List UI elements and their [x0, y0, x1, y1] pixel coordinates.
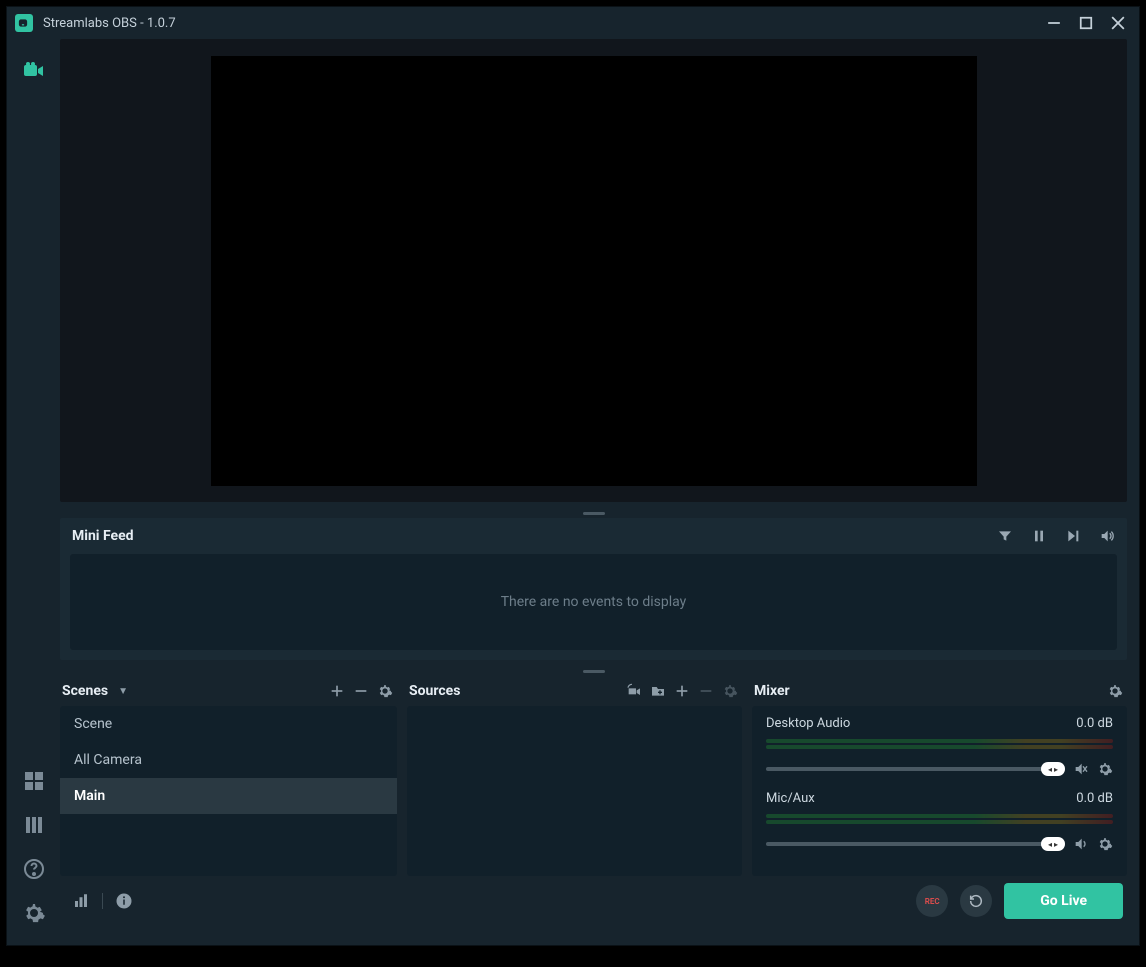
remove-source-button[interactable] — [698, 683, 714, 699]
mixer-panel: Mixer Desktop Audio 0.0 dB ◂ ▸ Mic/Aux 0.0 d… — [752, 676, 1127, 876]
mini-feed-title: Mini Feed — [72, 528, 997, 544]
minimize-button[interactable] — [1047, 16, 1061, 30]
sources-panel: Sources — [407, 676, 742, 876]
stats-icon[interactable] — [72, 892, 90, 910]
mixer-channel-name: Mic/Aux — [766, 791, 815, 806]
footer-divider — [102, 893, 103, 909]
source-settings-button[interactable] — [722, 683, 738, 699]
mini-feed-empty-text: There are no events to display — [501, 594, 687, 610]
scenes-list: SceneAll CameraMain — [60, 706, 397, 876]
chevron-down-icon[interactable]: ▼ — [118, 686, 128, 697]
slider-knob[interactable]: ◂ ▸ — [1041, 837, 1065, 851]
sidebar-item-editor[interactable] — [22, 59, 46, 83]
slider-knob[interactable]: ◂ ▸ — [1041, 762, 1065, 776]
scene-settings-button[interactable] — [377, 683, 393, 699]
mixer-list: Desktop Audio 0.0 dB ◂ ▸ Mic/Aux 0.0 dB ◂ ▸ — [752, 706, 1127, 876]
drag-handle[interactable] — [60, 508, 1127, 518]
replay-button[interactable] — [960, 885, 992, 917]
mini-feed-body: There are no events to display — [70, 554, 1117, 650]
sources-title: Sources — [409, 683, 460, 699]
mixer-settings-button[interactable] — [1107, 683, 1123, 699]
scenes-title: Scenes — [62, 683, 108, 699]
mixer-channel-db: 0.0 dB — [1076, 791, 1113, 806]
sidebar-item-dashboard[interactable] — [22, 769, 46, 793]
close-button[interactable] — [1111, 16, 1125, 30]
scene-item[interactable]: All Camera — [60, 742, 397, 778]
volume-slider[interactable]: ◂ ▸ — [766, 842, 1065, 846]
skip-icon[interactable] — [1065, 528, 1081, 544]
sources-list — [407, 706, 742, 876]
mixer-title: Mixer — [754, 683, 790, 699]
scene-item[interactable]: Main — [60, 778, 397, 814]
channel-settings-button[interactable] — [1097, 836, 1113, 852]
volume-icon[interactable] — [1099, 528, 1115, 544]
info-icon[interactable] — [115, 892, 133, 910]
preview-canvas[interactable] — [211, 56, 977, 486]
audio-meter — [766, 814, 1113, 818]
preview-area[interactable] — [60, 39, 1127, 502]
mixer-channel-name: Desktop Audio — [766, 716, 850, 731]
titlebar[interactable]: Streamlabs OBS - 1.0.7 — [7, 7, 1139, 39]
add-source-button[interactable] — [674, 683, 690, 699]
volume-slider[interactable]: ◂ ▸ — [766, 767, 1065, 771]
sidebar-item-layouts[interactable] — [22, 813, 46, 837]
record-button[interactable]: REC — [916, 885, 948, 917]
sidebar — [7, 39, 60, 945]
filter-icon[interactable] — [997, 528, 1013, 544]
mute-button[interactable] — [1073, 761, 1089, 777]
channel-settings-button[interactable] — [1097, 761, 1113, 777]
mixer-channel: Desktop Audio 0.0 dB ◂ ▸ — [752, 706, 1127, 781]
record-label: REC — [925, 897, 940, 906]
mute-button[interactable] — [1073, 836, 1089, 852]
audio-meter — [766, 745, 1113, 749]
add-scene-button[interactable] — [329, 683, 345, 699]
audio-meter — [766, 739, 1113, 743]
main-area: Mini Feed There are no events to display — [60, 39, 1139, 945]
pause-icon[interactable] — [1031, 528, 1047, 544]
sidebar-item-settings[interactable] — [22, 901, 46, 925]
add-folder-button[interactable] — [650, 683, 666, 699]
mixer-channel: Mic/Aux 0.0 dB ◂ ▸ — [752, 781, 1127, 856]
drag-handle-2[interactable] — [60, 666, 1127, 676]
app-logo-icon — [15, 14, 33, 32]
footer-bar: REC Go Live — [60, 876, 1127, 926]
scene-item[interactable]: Scene — [60, 706, 397, 742]
add-camera-source-button[interactable] — [626, 683, 642, 699]
sidebar-item-help[interactable] — [22, 857, 46, 881]
app-window: Streamlabs OBS - 1.0.7 — [6, 6, 1140, 946]
go-live-button[interactable]: Go Live — [1004, 883, 1123, 919]
mini-feed-panel: Mini Feed There are no events to display — [60, 518, 1127, 660]
window-title: Streamlabs OBS - 1.0.7 — [43, 16, 1047, 31]
window-controls — [1047, 16, 1131, 30]
maximize-button[interactable] — [1079, 16, 1093, 30]
scenes-panel: Scenes ▼ SceneAll CameraMain — [60, 676, 397, 876]
mixer-channel-db: 0.0 dB — [1076, 716, 1113, 731]
remove-scene-button[interactable] — [353, 683, 369, 699]
audio-meter — [766, 820, 1113, 824]
